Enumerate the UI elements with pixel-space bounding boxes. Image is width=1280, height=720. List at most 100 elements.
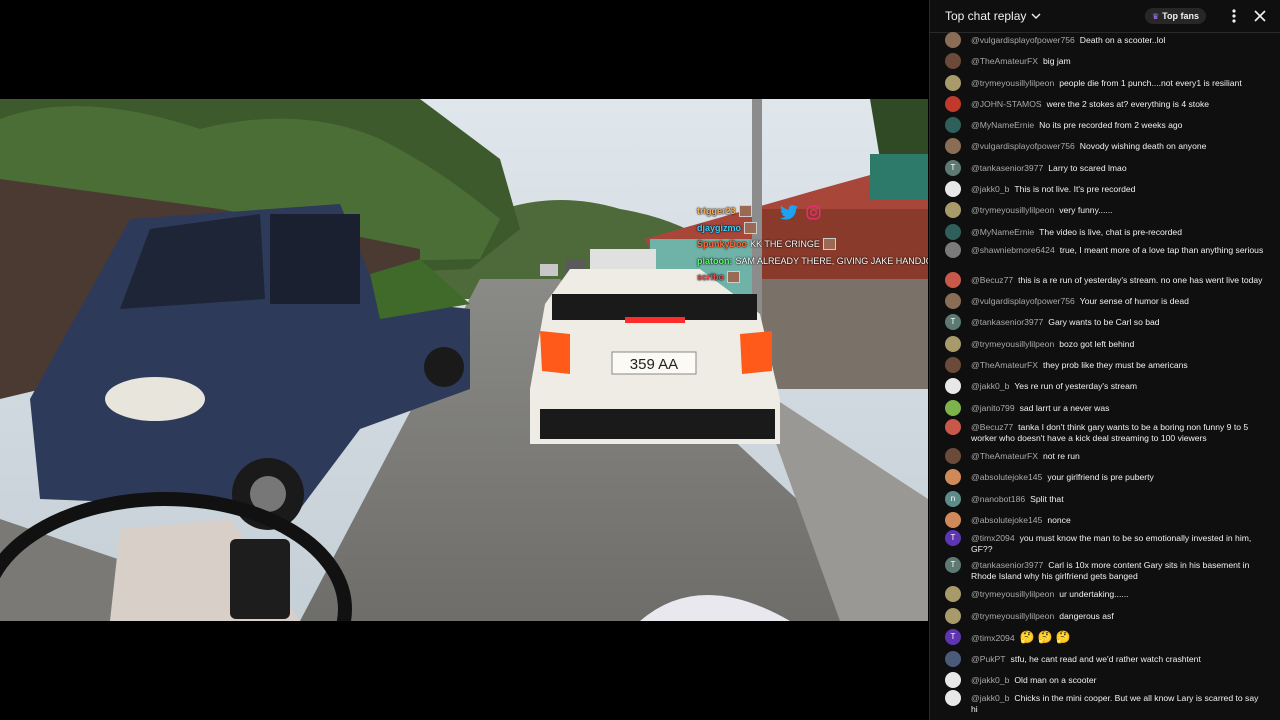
chat-message[interactable]: @absolutejoke145 nonce [945, 512, 1266, 528]
chat-message[interactable]: @jakk0_b This is not live. It's pre recor… [945, 181, 1266, 197]
chat-author-name[interactable]: @jakk0_b [971, 184, 1009, 194]
avatar[interactable] [945, 448, 961, 464]
chat-message-list[interactable]: @vulgardisplayofpower756 Death on a scoot… [930, 30, 1280, 720]
chat-message[interactable]: @vulgardisplayofpower756 Novody wishing d… [945, 138, 1266, 154]
chat-author-name[interactable]: @PukPT [971, 654, 1006, 664]
avatar[interactable] [945, 202, 961, 218]
avatar[interactable] [945, 469, 961, 485]
avatar[interactable] [945, 138, 961, 154]
avatar[interactable] [945, 242, 961, 258]
chat-message[interactable]: @trymeyousillylilpeon bozo got left behin… [945, 336, 1266, 352]
chat-author-name[interactable]: @shawniebmore6424 [971, 245, 1055, 255]
chat-message[interactable]: @jakk0_b Chicks in the mini cooper. But w… [945, 690, 1266, 714]
avatar[interactable] [945, 96, 961, 112]
avatar[interactable] [945, 586, 961, 602]
chat-message[interactable]: @janito799 sad larrt ur a never was [945, 400, 1266, 416]
avatar[interactable]: T [945, 314, 961, 330]
chat-author-name[interactable]: @MyNameErnie [971, 120, 1034, 130]
top-fans-chip[interactable]: ♛ Top fans [1144, 8, 1206, 24]
chat-author-name[interactable]: @trymeyousillylilpeon [971, 205, 1054, 215]
chat-message[interactable]: @vulgardisplayofpower756 Your sense of hu… [945, 293, 1266, 309]
chat-author-name[interactable]: @trymeyousillylilpeon [971, 589, 1054, 599]
avatar[interactable] [945, 690, 961, 706]
chat-message[interactable]: @JOHN-STAMOS were the 2 stokes at? everyt… [945, 96, 1266, 112]
chat-message[interactable]: T @tankasenior3977 Gary wants to be Carl s… [945, 314, 1266, 330]
chat-message[interactable]: @trymeyousillylilpeon people die from 1 p… [945, 75, 1266, 91]
chat-author-name[interactable]: @jakk0_b [971, 693, 1009, 703]
chat-author-name[interactable]: @nanobot186 [971, 494, 1025, 504]
video-frame[interactable]: 359 AA trigger23 djaygizmo SpunkyDoo KK … [0, 99, 928, 621]
chat-message[interactable]: @Becuz77 tanka I don't think gary wants t… [945, 419, 1266, 443]
video-player[interactable]: 359 AA trigger23 djaygizmo SpunkyDoo KK … [0, 0, 928, 720]
chat-message[interactable]: @TheAmateurFX big jam [945, 53, 1266, 69]
chat-author-name[interactable]: @tankasenior3977 [971, 560, 1043, 570]
avatar[interactable]: T [945, 530, 961, 546]
chat-author-name[interactable]: @vulgardisplayofpower756 [971, 35, 1075, 45]
chat-author-name[interactable]: @timx2094 [971, 533, 1015, 543]
chat-message[interactable]: @trymeyousillylilpeon very funny...... [945, 202, 1266, 218]
chat-message[interactable]: @TheAmateurFX they prob like they must be… [945, 357, 1266, 373]
chat-author-name[interactable]: @janito799 [971, 403, 1015, 413]
chat-message[interactable]: @shawniebmore6424 true, I meant more of a… [945, 242, 1266, 258]
avatar[interactable] [945, 53, 961, 69]
chat-message[interactable]: @jakk0_b Old man on a scooter [945, 672, 1266, 688]
avatar[interactable] [945, 357, 961, 373]
chat-author-name[interactable]: @MyNameErnie [971, 227, 1034, 237]
avatar[interactable] [945, 512, 961, 528]
chat-message[interactable]: T @tankasenior3977 Carl is 10x more conten… [945, 557, 1266, 581]
avatar[interactable] [945, 419, 961, 435]
avatar[interactable]: T [945, 629, 961, 645]
chat-message[interactable]: @jakk0_b Yes re run of yesterday's stream [945, 378, 1266, 394]
chat-author-name[interactable]: @trymeyousillylilpeon [971, 339, 1054, 349]
avatar[interactable] [945, 117, 961, 133]
close-icon[interactable] [1250, 6, 1270, 26]
avatar[interactable] [945, 651, 961, 667]
avatar[interactable]: T [945, 160, 961, 176]
avatar[interactable] [945, 400, 961, 416]
chat-author-name[interactable]: @TheAmateurFX [971, 451, 1038, 461]
chat-message[interactable]: @trymeyousillylilpeon ur undertaking.....… [945, 586, 1266, 602]
chat-author-name[interactable]: @Becuz77 [971, 275, 1013, 285]
chat-author-name[interactable]: @trymeyousillylilpeon [971, 78, 1054, 88]
chat-author-name[interactable]: @jakk0_b [971, 381, 1009, 391]
chat-message[interactable]: T @timx2094 🤔🤔🤔 [945, 629, 1266, 645]
chat-author-name[interactable]: @TheAmateurFX [971, 360, 1038, 370]
chat-message[interactable]: @trymeyousillylilpeon dangerous asf [945, 608, 1266, 624]
avatar[interactable]: T [945, 557, 961, 573]
chat-message[interactable]: n @nanobot186 Split that [945, 491, 1266, 507]
avatar[interactable] [945, 672, 961, 688]
chat-author-name[interactable]: @tankasenior3977 [971, 163, 1043, 173]
chat-message[interactable]: @MyNameErnie No its pre recorded from 2 w… [945, 117, 1266, 133]
chat-message[interactable]: @Becuz77 this is a re run of yesterday's … [945, 272, 1266, 288]
chat-author-name[interactable]: @tankasenior3977 [971, 317, 1043, 327]
chat-message[interactable]: T @tankasenior3977 Larry to scared lmao [945, 160, 1266, 176]
avatar[interactable] [945, 378, 961, 394]
chat-author-name[interactable]: @Becuz77 [971, 422, 1013, 432]
chat-message[interactable]: @PukPT stfu, he cant read and we'd rather… [945, 651, 1266, 667]
avatar[interactable] [945, 32, 961, 48]
chat-author-name[interactable]: @timx2094 [971, 633, 1015, 643]
avatar[interactable] [945, 272, 961, 288]
chat-message[interactable]: @MyNameErnie The video is live, chat is p… [945, 224, 1266, 240]
chat-author-name[interactable]: @absolutejoke145 [971, 515, 1042, 525]
chat-message[interactable]: T @timx2094 you must know the man to be so… [945, 530, 1266, 554]
chat-message[interactable]: @vulgardisplayofpower756 Death on a scoot… [945, 32, 1266, 48]
chat-author-name[interactable]: @JOHN-STAMOS [971, 99, 1042, 109]
more-options-icon[interactable] [1224, 6, 1244, 26]
avatar[interactable] [945, 608, 961, 624]
chat-author-name[interactable]: @TheAmateurFX [971, 56, 1038, 66]
chat-author-name[interactable]: @vulgardisplayofpower756 [971, 296, 1075, 306]
avatar[interactable] [945, 336, 961, 352]
avatar[interactable] [945, 224, 961, 240]
avatar[interactable] [945, 293, 961, 309]
chat-author-name[interactable]: @absolutejoke145 [971, 472, 1042, 482]
chat-message[interactable]: @absolutejoke145 your girlfriend is pre p… [945, 469, 1266, 485]
chat-author-name[interactable]: @vulgardisplayofpower756 [971, 141, 1075, 151]
chat-mode-dropdown[interactable]: Top chat replay [945, 9, 1042, 23]
chat-author-name[interactable]: @jakk0_b [971, 675, 1009, 685]
avatar[interactable] [945, 181, 961, 197]
avatar[interactable] [945, 75, 961, 91]
chat-message[interactable]: @TheAmateurFX not re run [945, 448, 1266, 464]
chat-author-name[interactable]: @trymeyousillylilpeon [971, 611, 1054, 621]
avatar[interactable]: n [945, 491, 961, 507]
